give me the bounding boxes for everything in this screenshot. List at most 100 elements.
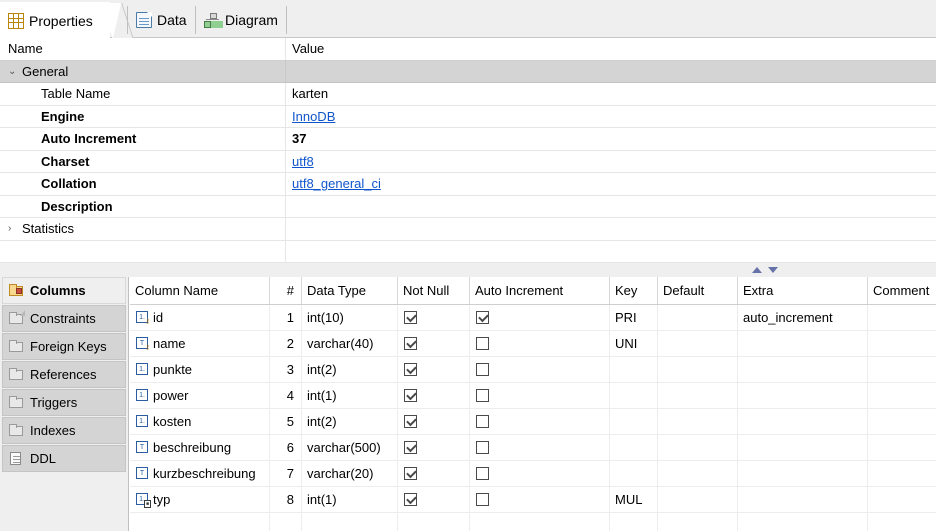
- property-group-general[interactable]: ⌄ General: [0, 60, 936, 83]
- auto-increment-checkbox[interactable]: [476, 389, 489, 402]
- cell-comment[interactable]: [868, 435, 936, 460]
- chevron-down-icon[interactable]: ⌄: [8, 66, 22, 77]
- cell-auto-increment[interactable]: [470, 435, 610, 460]
- cell-type[interactable]: varchar(40): [302, 331, 398, 356]
- sidebar-item-columns[interactable]: Columns: [2, 277, 126, 304]
- cell-extra[interactable]: [738, 461, 868, 486]
- sidebar-item-foreign-keys[interactable]: Foreign Keys: [2, 333, 126, 360]
- chevron-right-icon[interactable]: ›: [8, 223, 22, 234]
- cell-extra[interactable]: [738, 357, 868, 382]
- cell-auto-increment[interactable]: [470, 487, 610, 512]
- property-row-charset[interactable]: Charset utf8: [0, 150, 936, 173]
- cell-num[interactable]: 1: [270, 305, 302, 330]
- property-row-engine[interactable]: Engine InnoDB: [0, 105, 936, 128]
- cell-extra[interactable]: [738, 409, 868, 434]
- collapse-down-arrow-icon[interactable]: [768, 267, 778, 273]
- tab-data[interactable]: Data: [128, 2, 196, 38]
- cell-key[interactable]: [610, 383, 658, 408]
- auto-increment-checkbox[interactable]: [476, 311, 489, 324]
- cell-type[interactable]: int(2): [302, 409, 398, 434]
- cell-empty[interactable]: [130, 513, 270, 531]
- cell-not-null[interactable]: [398, 435, 470, 460]
- cell-empty[interactable]: [270, 513, 302, 531]
- cell-num[interactable]: 7: [270, 461, 302, 486]
- cell-type[interactable]: int(10): [302, 305, 398, 330]
- property-value[interactable]: karten: [286, 83, 936, 105]
- cell-comment[interactable]: [868, 383, 936, 408]
- table-row[interactable]: 1. punkte 3 int(2): [130, 357, 936, 383]
- collation-link[interactable]: utf8_general_ci: [292, 176, 381, 191]
- charset-link[interactable]: utf8: [292, 154, 314, 169]
- cell-not-null[interactable]: [398, 305, 470, 330]
- cell-key[interactable]: [610, 357, 658, 382]
- cell-empty[interactable]: [610, 513, 658, 531]
- cell-type[interactable]: varchar(20): [302, 461, 398, 486]
- cell-num[interactable]: 6: [270, 435, 302, 460]
- cell-default[interactable]: [658, 461, 738, 486]
- not-null-checkbox[interactable]: [404, 363, 417, 376]
- cell-key[interactable]: MUL: [610, 487, 658, 512]
- not-null-checkbox[interactable]: [404, 493, 417, 506]
- property-value[interactable]: 37: [286, 128, 936, 150]
- cell-not-null[interactable]: [398, 357, 470, 382]
- cell-comment[interactable]: [868, 331, 936, 356]
- table-row[interactable]: T ⚷ name 2 varchar(40) UNI: [130, 331, 936, 357]
- cell-not-null[interactable]: [398, 461, 470, 486]
- cell-empty[interactable]: [470, 513, 610, 531]
- engine-link[interactable]: InnoDB: [292, 109, 335, 124]
- cell-default[interactable]: [658, 383, 738, 408]
- cell-auto-increment[interactable]: [470, 305, 610, 330]
- auto-increment-checkbox[interactable]: [476, 467, 489, 480]
- cell-key[interactable]: PRI: [610, 305, 658, 330]
- sidebar-item-references[interactable]: References: [2, 361, 126, 388]
- cell-type[interactable]: varchar(500): [302, 435, 398, 460]
- not-null-checkbox[interactable]: [404, 337, 417, 350]
- cell-key[interactable]: [610, 461, 658, 486]
- cell-auto-increment[interactable]: [470, 383, 610, 408]
- cell-default[interactable]: [658, 409, 738, 434]
- cell-column-name[interactable]: Tbeschreibung: [130, 435, 270, 460]
- table-row[interactable]: 1. ■ typ 8 int(1) MUL: [130, 487, 936, 513]
- not-null-checkbox[interactable]: [404, 441, 417, 454]
- property-value[interactable]: InnoDB: [286, 106, 936, 128]
- cell-extra[interactable]: auto_increment: [738, 305, 868, 330]
- cell-not-null[interactable]: [398, 331, 470, 356]
- property-row-collation[interactable]: Collation utf8_general_ci: [0, 173, 936, 196]
- cell-auto-increment[interactable]: [470, 331, 610, 356]
- sidebar-item-constraints[interactable]: Constraints: [2, 305, 126, 332]
- cell-auto-increment[interactable]: [470, 357, 610, 382]
- tab-diagram[interactable]: Diagram: [196, 2, 286, 38]
- property-value[interactable]: utf8_general_ci: [286, 173, 936, 195]
- panel-sash[interactable]: [0, 263, 936, 277]
- cell-extra[interactable]: [738, 383, 868, 408]
- cell-not-null[interactable]: [398, 383, 470, 408]
- cell-column-name[interactable]: Tkurzbeschreibung: [130, 461, 270, 486]
- cell-extra[interactable]: [738, 331, 868, 356]
- cell-column-name[interactable]: 1. ⚷ id: [130, 305, 270, 330]
- cell-key[interactable]: [610, 435, 658, 460]
- cell-column-name[interactable]: T ⚷ name: [130, 331, 270, 356]
- cell-key[interactable]: [610, 409, 658, 434]
- cell-num[interactable]: 3: [270, 357, 302, 382]
- property-value[interactable]: [286, 196, 936, 218]
- cell-column-name[interactable]: 1. kosten: [130, 409, 270, 434]
- not-null-checkbox[interactable]: [404, 415, 417, 428]
- auto-increment-checkbox[interactable]: [476, 441, 489, 454]
- sidebar-item-ddl[interactable]: DDL: [2, 445, 126, 472]
- collapse-up-arrow-icon[interactable]: [752, 267, 762, 273]
- cell-default[interactable]: [658, 357, 738, 382]
- column-header[interactable]: Comment: [868, 277, 936, 304]
- property-value[interactable]: utf8: [286, 151, 936, 173]
- property-row-table-name[interactable]: Table Name karten: [0, 83, 936, 106]
- not-null-checkbox[interactable]: [404, 311, 417, 324]
- cell-comment[interactable]: [868, 357, 936, 382]
- table-row[interactable]: Tkurzbeschreibung 7 varchar(20): [130, 461, 936, 487]
- cell-type[interactable]: int(1): [302, 383, 398, 408]
- sidebar-item-triggers[interactable]: Triggers: [2, 389, 126, 416]
- cell-column-name[interactable]: 1. punkte: [130, 357, 270, 382]
- cell-num[interactable]: 2: [270, 331, 302, 356]
- auto-increment-checkbox[interactable]: [476, 493, 489, 506]
- cell-default[interactable]: [658, 331, 738, 356]
- cell-type[interactable]: int(1): [302, 487, 398, 512]
- column-header[interactable]: Key: [610, 277, 658, 304]
